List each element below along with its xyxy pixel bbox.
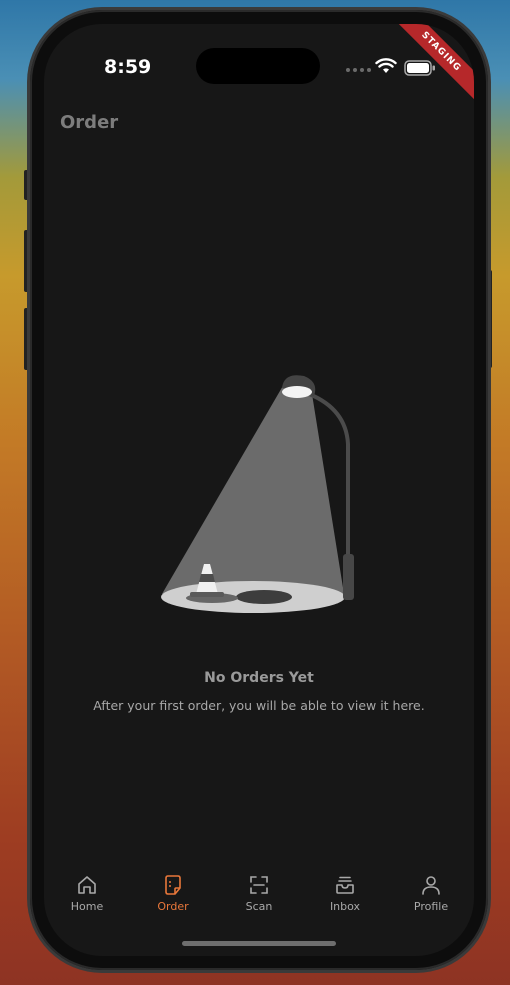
app-screen: 8:59 STAGING Order No Orders Yet After y… [44, 24, 474, 956]
tab-home-label: Home [70, 900, 104, 913]
scan-icon [250, 876, 268, 894]
tab-inbox-label: Inbox [329, 900, 361, 913]
tab-order[interactable]: Order [130, 874, 216, 924]
tab-order-label: Order [157, 900, 189, 913]
profile-icon [422, 876, 440, 895]
inbox-icon [336, 876, 354, 894]
empty-state-title: No Orders Yet [204, 670, 314, 686]
phone-frame: 8:59 STAGING Order No Orders Yet After y… [30, 10, 488, 970]
empty-orders-illustration [161, 375, 354, 613]
bottom-tab-bar: Home Order Scan Inbox Profile [44, 874, 474, 924]
tab-profile-label: Profile [413, 900, 449, 913]
status-time: 8:59 [104, 56, 152, 78]
page-title: Order [60, 112, 119, 133]
staging-label: STAGING [387, 24, 474, 106]
signal-icon [346, 68, 371, 72]
home-icon [78, 876, 96, 894]
tab-home[interactable]: Home [44, 874, 130, 924]
staging-ribbon: STAGING [384, 24, 474, 114]
dynamic-island [196, 48, 320, 84]
tab-scan[interactable]: Scan [216, 874, 302, 924]
empty-state-subtitle: After your first order, you will be able… [93, 698, 425, 713]
tab-scan-label: Scan [245, 900, 273, 913]
order-icon [165, 875, 181, 895]
home-indicator[interactable] [182, 941, 336, 946]
tab-inbox[interactable]: Inbox [302, 874, 388, 924]
tab-profile[interactable]: Profile [388, 874, 474, 924]
